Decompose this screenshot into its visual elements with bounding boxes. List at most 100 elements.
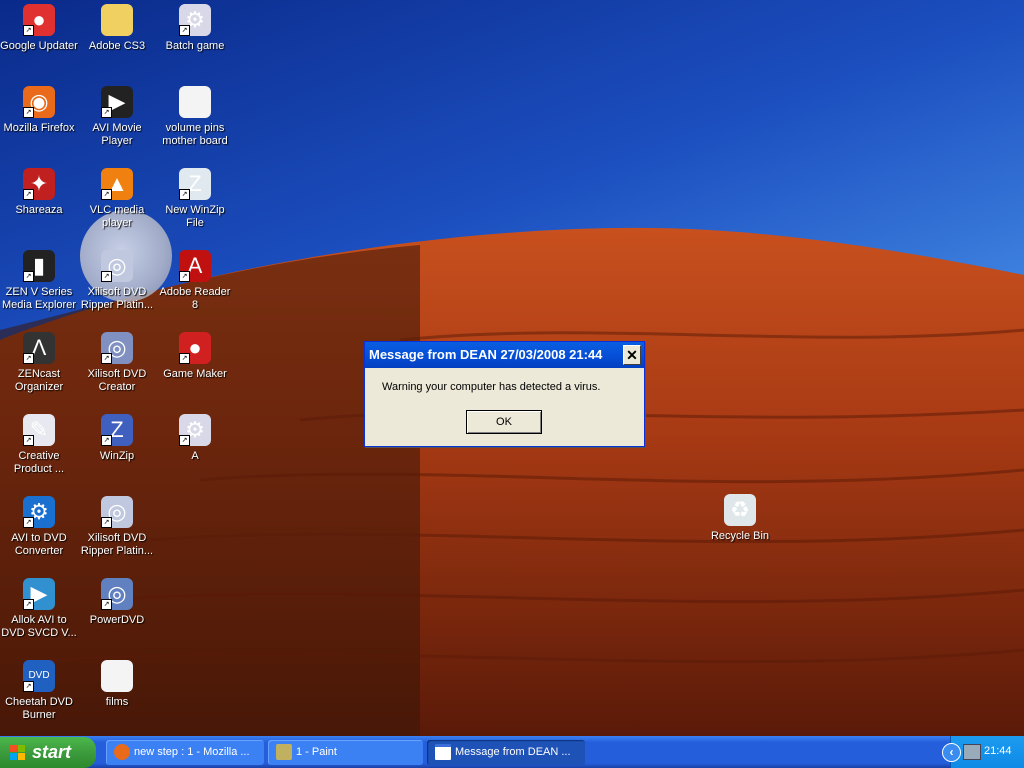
desktop-icon[interactable]: Adobe CS3	[78, 0, 156, 53]
icon-label: Xilisoft DVD Ripper Platin...	[80, 286, 154, 311]
taskbar-button-paint[interactable]: 1 - Paint	[268, 740, 423, 765]
folder-icon	[101, 4, 133, 36]
desktop-icon[interactable]: ✎ ↗ Creative Product ...	[0, 410, 78, 476]
shortcut-arrow-icon: ↗	[101, 599, 112, 610]
icon-label: Shareaza	[15, 204, 63, 216]
windows-logo-icon	[10, 745, 25, 760]
shortcut-arrow-icon: ↗	[179, 353, 190, 364]
allok-converter-icon: ▶ ↗	[23, 578, 55, 610]
network-icon[interactable]	[963, 744, 981, 760]
text-document-icon	[179, 86, 211, 118]
icon-label: Game Maker	[163, 368, 227, 380]
dialog-message: Warning your computer has detected a vir…	[382, 381, 601, 393]
desktop-icon[interactable]: ● ↗ Game Maker	[156, 328, 234, 381]
paint-icon	[276, 744, 292, 761]
icon-label: Creative Product ...	[13, 450, 65, 475]
icon-label: ZEN V Series Media Explorer	[2, 286, 76, 311]
icon-label: VLC media player	[89, 204, 145, 229]
desktop-icon[interactable]: ◎ ↗ Xilisoft DVD Ripper Platin...	[78, 246, 156, 312]
show-hidden-icons-button[interactable]: ‹	[942, 743, 961, 762]
desktop-icon[interactable]: ▶ ↗ AVI Movie Player	[78, 82, 156, 148]
winzip-file-icon: Z ↗	[179, 168, 211, 200]
icon-label: WinZip	[99, 450, 135, 462]
desktop-icon[interactable]: Λ ↗ ZENcast Organizer	[0, 328, 78, 394]
icon-label: Recycle Bin	[710, 530, 770, 542]
shortcut-arrow-icon: ↗	[101, 517, 112, 528]
vlc-cone-icon: ▲ ↗	[101, 168, 133, 200]
shortcut-arrow-icon: ↗	[23, 107, 34, 118]
window-icon	[435, 744, 451, 761]
google-updater-icon: ● ↗	[23, 4, 55, 36]
powerdvd-icon: ◎ ↗	[101, 578, 133, 610]
start-label: start	[32, 742, 72, 762]
text-document-icon	[101, 660, 133, 692]
mp3-player-icon: ▮ ↗	[23, 250, 55, 282]
shortcut-arrow-icon: ↗	[101, 435, 112, 446]
desktop: ● ↗ Google Updater Adobe CS3 ⚙ ↗ Batch game ◉ ↗ M…	[0, 0, 1024, 736]
shortcut-arrow-icon: ↗	[179, 271, 190, 282]
icon-label: AVI Movie Player	[92, 122, 142, 147]
desktop-icon[interactable]: ✦ ↗ Shareaza	[0, 164, 78, 217]
icon-label: A	[191, 450, 199, 462]
winzip-icon: Z ↗	[101, 414, 133, 446]
icon-label: Cheetah DVD Burner	[5, 696, 73, 721]
shortcut-arrow-icon: ↗	[23, 681, 34, 692]
recycle-bin[interactable]: ♻ Recycle Bin	[701, 490, 779, 543]
desktop-icon[interactable]: ◉ ↗ Mozilla Firefox	[0, 82, 78, 135]
desktop-icon[interactable]: ⚙ ↗ AVI to DVD Converter	[0, 492, 78, 558]
clock[interactable]: 21:44	[984, 745, 1012, 757]
desktop-icon[interactable]: ◎ ↗ Xilisoft DVD Ripper Platin...	[78, 492, 156, 558]
desktop-icon[interactable]: DVD ↗ Cheetah DVD Burner	[0, 656, 78, 722]
shortcut-arrow-icon: ↗	[23, 25, 34, 36]
desktop-icon[interactable]: ▮ ↗ ZEN V Series Media Explorer	[0, 246, 78, 312]
dvd-creator-icon: ◎ ↗	[101, 332, 133, 364]
application-window-icon: ⚙ ↗	[179, 414, 211, 446]
game-maker-icon: ● ↗	[179, 332, 211, 364]
adobe-reader-icon: A ↗	[179, 250, 211, 282]
application-window-icon: ⚙ ↗	[179, 4, 211, 36]
close-button[interactable]: ✕	[623, 345, 641, 365]
task-label: 1 - Paint	[296, 746, 337, 758]
icon-label: Adobe Reader 8	[159, 286, 231, 311]
ok-button[interactable]: OK	[466, 410, 542, 434]
desktop-icon[interactable]: Z ↗ WinZip	[78, 410, 156, 463]
message-dialog: Message from DEAN 27/03/2008 21:44 ✕ War…	[364, 341, 645, 447]
shortcut-arrow-icon: ↗	[179, 25, 190, 36]
start-button[interactable]: start	[0, 737, 96, 768]
shortcut-arrow-icon: ↗	[101, 271, 112, 282]
taskbar-button-firefox[interactable]: new step : 1 - Mozilla ...	[106, 740, 264, 765]
desktop-icon[interactable]: films	[78, 656, 156, 709]
recycle-bin-icon: ♻	[724, 494, 756, 526]
firefox-icon: ◉ ↗	[23, 86, 55, 118]
icon-label: volume pins mother board	[162, 122, 228, 147]
desktop-icon[interactable]: ⚙ ↗ A	[156, 410, 234, 463]
desktop-icon[interactable]: ▶ ↗ Allok AVI to DVD SVCD V...	[0, 574, 78, 640]
cheetah-dvd-icon: DVD ↗	[23, 660, 55, 692]
icon-label: AVI to DVD Converter	[11, 532, 67, 557]
shortcut-arrow-icon: ↗	[23, 189, 34, 200]
shortcut-arrow-icon: ↗	[179, 189, 190, 200]
dvd-ripper-icon: ◎ ↗	[101, 496, 133, 528]
shortcut-arrow-icon: ↗	[101, 107, 112, 118]
icon-label: Mozilla Firefox	[3, 122, 75, 134]
taskbar-button-message[interactable]: Message from DEAN ...	[427, 740, 585, 765]
desktop-icon[interactable]: A ↗ Adobe Reader 8	[156, 246, 234, 312]
icon-label: Xilisoft DVD Creator	[87, 368, 147, 393]
system-tray: ‹ 21:44	[942, 736, 1024, 768]
shortcut-arrow-icon: ↗	[23, 271, 34, 282]
dialog-titlebar[interactable]: Message from DEAN 27/03/2008 21:44 ✕	[365, 342, 644, 368]
desktop-icon[interactable]: ⚙ ↗ Batch game	[156, 0, 234, 53]
desktop-icon[interactable]: Z ↗ New WinZip File	[156, 164, 234, 230]
taskbar: start new step : 1 - Mozilla ... 1 - Pai…	[0, 736, 1024, 768]
icon-label: Xilisoft DVD Ripper Platin...	[80, 532, 154, 557]
shortcut-arrow-icon: ↗	[101, 353, 112, 364]
desktop-icon[interactable]: ◎ ↗ PowerDVD	[78, 574, 156, 627]
desktop-icon[interactable]: ◎ ↗ Xilisoft DVD Creator	[78, 328, 156, 394]
desktop-icon[interactable]: ▲ ↗ VLC media player	[78, 164, 156, 230]
desktop-icon[interactable]: volume pins mother board	[156, 82, 234, 148]
desktop-icon[interactable]: ● ↗ Google Updater	[0, 0, 78, 53]
dvd-disc-icon: ◎ ↗	[101, 250, 133, 282]
icon-label: films	[105, 696, 129, 708]
shortcut-arrow-icon: ↗	[101, 189, 112, 200]
icon-label: ZENcast Organizer	[14, 368, 64, 393]
